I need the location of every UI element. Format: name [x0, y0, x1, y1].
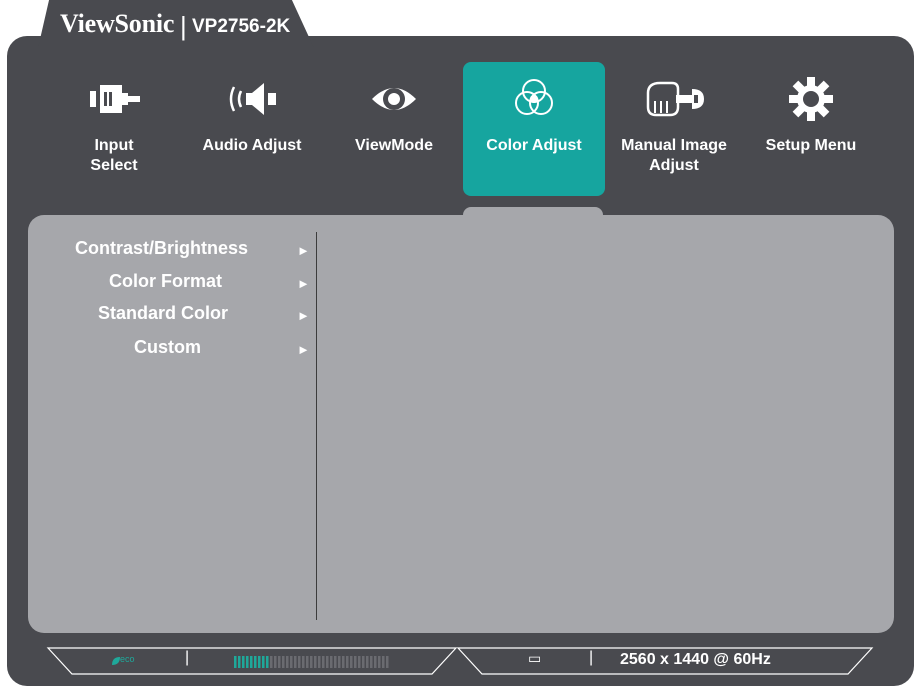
level-segment [246, 656, 249, 668]
level-segment [354, 656, 357, 668]
tab-label: ViewMode [355, 137, 433, 154]
tab-viewmode[interactable]: ViewMode [323, 62, 465, 196]
level-segment [250, 656, 253, 668]
level-segment [334, 656, 337, 668]
level-segment [378, 656, 381, 668]
status-bar: eco | ▭ | 2560 x 1440 @ 60Hz [0, 640, 918, 690]
panel-divider [316, 232, 317, 620]
submenu-arrow-icon: ► [297, 276, 310, 291]
level-segment [374, 656, 377, 668]
level-segment [366, 656, 369, 668]
level-segment [386, 656, 389, 668]
tab-label: Color Adjust [486, 137, 582, 154]
level-segment [338, 656, 341, 668]
level-segment [290, 656, 293, 668]
tab-label: Setup Menu [765, 137, 857, 154]
level-segment [342, 656, 345, 668]
model-name: VP2756-2K [192, 16, 291, 37]
menu-item-standard-color[interactable]: Standard Color [98, 303, 228, 324]
status-separator-2: | [589, 649, 594, 666]
menu-item-custom[interactable]: Custom [134, 337, 201, 358]
level-segment [282, 656, 285, 668]
level-segment [234, 656, 237, 668]
level-segment [266, 656, 269, 668]
level-segment [286, 656, 289, 668]
level-segment [278, 656, 281, 668]
level-segment [322, 656, 325, 668]
tab-setup-menu[interactable]: Setup Menu [740, 62, 882, 196]
level-segment [318, 656, 321, 668]
title-separator: | [180, 11, 187, 41]
signal-input-icon: ▭ [528, 650, 542, 666]
tab-color-adjust[interactable]: Color Adjust [463, 62, 605, 196]
tab-label: Manual Image Adjust [621, 137, 727, 174]
gear-icon [740, 76, 882, 122]
eco-icon: eco [110, 654, 144, 666]
submenu-arrow-icon: ► [297, 243, 310, 258]
eco-level-bar [234, 656, 389, 668]
level-segment [306, 656, 309, 668]
level-segment [362, 656, 365, 668]
level-segment [270, 656, 273, 668]
tab-manual-image-adjust[interactable]: Manual Image Adjust [603, 62, 745, 196]
menu-item-color-format[interactable]: Color Format [109, 271, 222, 292]
tab-label: Input Select [90, 137, 138, 174]
eye-icon [323, 76, 465, 122]
input-select-icon [43, 76, 185, 122]
resolution-readout: 2560 x 1440 @ 60Hz [620, 651, 771, 668]
level-segment [382, 656, 385, 668]
brand-logo: ViewSonic [60, 9, 175, 38]
status-separator: | [185, 649, 190, 666]
level-segment [238, 656, 241, 668]
level-segment [258, 656, 261, 668]
level-segment [326, 656, 329, 668]
level-segment [358, 656, 361, 668]
level-segment [242, 656, 245, 668]
speaker-icon [181, 76, 323, 122]
level-segment [262, 656, 265, 668]
level-segment [302, 656, 305, 668]
level-segment [314, 656, 317, 668]
tab-label: Audio Adjust [202, 137, 302, 154]
submenu-arrow-icon: ► [297, 308, 310, 323]
level-segment [346, 656, 349, 668]
level-segment [298, 656, 301, 668]
color-circles-icon [463, 76, 605, 122]
level-segment [350, 656, 353, 668]
submenu-arrow-icon: ► [297, 342, 310, 357]
level-segment [294, 656, 297, 668]
level-segment [254, 656, 257, 668]
level-segment [370, 656, 373, 668]
level-segment [330, 656, 333, 668]
level-segment [310, 656, 313, 668]
menu-item-contrast-brightness[interactable]: Contrast/Brightness [75, 238, 248, 259]
tab-audio-adjust[interactable]: Audio Adjust [181, 62, 323, 196]
hand-wrench-icon [603, 76, 745, 122]
level-segment [274, 656, 277, 668]
tab-input-select[interactable]: Input Select [43, 62, 185, 196]
